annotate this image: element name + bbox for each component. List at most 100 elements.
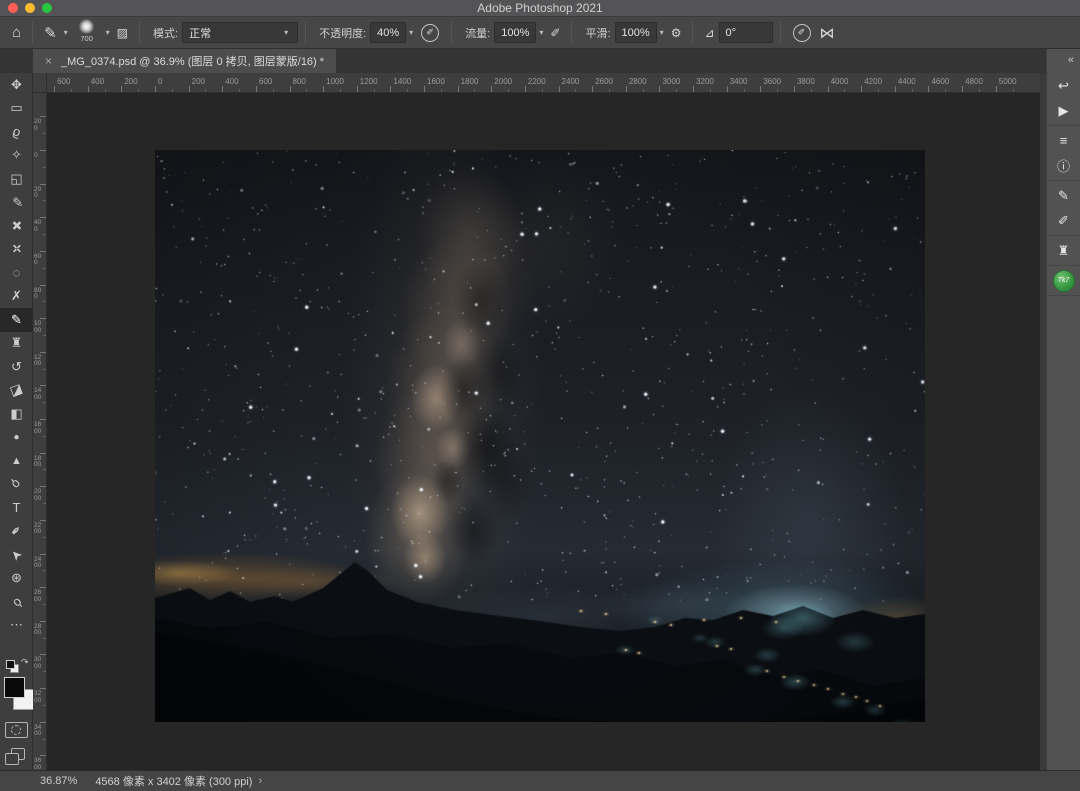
zoom-tool[interactable]: ϙ (0, 590, 33, 614)
rectangular-marquee-tool[interactable]: ▭ (0, 97, 33, 121)
history-panel-button[interactable]: ↩ (1047, 73, 1080, 98)
ruler-tick-minor (205, 89, 206, 92)
ruler-tick-minor (340, 89, 341, 92)
home-icon[interactable]: ⌂ (12, 24, 21, 41)
info-panel-icon: ⓘ (1057, 156, 1070, 175)
brush-settings-panel-icon: ✎ (1058, 188, 1069, 204)
rotate-view-tool[interactable]: ⊛ (0, 567, 33, 591)
gradient-tool[interactable]: ◧ (0, 402, 33, 426)
history-brush-tool-icon: ↺ (11, 359, 22, 375)
pen-tool[interactable]: ✒ (0, 520, 33, 544)
chevron-down-icon[interactable]: ▾ (539, 28, 543, 37)
quick-mask-mode-button[interactable] (5, 722, 28, 738)
lasso-tool[interactable]: ϱ (0, 120, 33, 144)
default-colors-icon[interactable] (6, 660, 15, 669)
ruler-tick-minor (43, 335, 46, 336)
swap-colors-icon[interactable]: ↷ (21, 657, 29, 668)
info-panel-button[interactable]: ⓘ (1047, 153, 1080, 178)
toggle-brush-settings-panel-icon[interactable]: ▨ (117, 26, 128, 40)
tool-preset-brush-icon[interactable]: ✎ (44, 24, 57, 42)
move-tool[interactable]: ✥ (0, 73, 33, 97)
divider (139, 22, 140, 44)
clone-source-panel-button[interactable]: ♜ (1047, 238, 1080, 263)
ruler-corner[interactable] (33, 73, 47, 93)
ruler-tick (458, 86, 459, 92)
properties-panel-icon: ≡ (1060, 133, 1068, 148)
ruler-tick-minor (1013, 89, 1014, 92)
brush-settings-panel-button[interactable]: ✎ (1047, 183, 1080, 208)
brushes-panel-button[interactable]: ✐ (1047, 208, 1080, 233)
dock-group: ✎✐ (1047, 181, 1080, 236)
vertical-ruler[interactable]: 2000200400600800100012001400160018002000… (33, 93, 47, 770)
opacity-input[interactable]: 40% (370, 22, 406, 43)
ruler-tick (693, 86, 694, 92)
tk7-panel-button[interactable]: Tk7 (1047, 268, 1080, 293)
blend-mode-label: 模式: (153, 25, 178, 41)
chevron-down-icon[interactable]: ▾ (409, 28, 413, 37)
brush-tool[interactable]: ✎ (0, 308, 33, 332)
status-options-chevron-icon[interactable]: › (258, 775, 262, 787)
dodge-tool[interactable]: ϙ (0, 473, 33, 497)
flow-input[interactable]: 100% (494, 22, 536, 43)
tab-close-icon[interactable]: × (45, 54, 52, 68)
crop-tool[interactable]: ◱ (0, 167, 33, 191)
ruler-tick (40, 419, 46, 420)
chevron-down-icon[interactable]: ▾ (106, 28, 110, 37)
ruler-tick (40, 116, 46, 117)
path-selection-tool[interactable]: ➤ (0, 543, 33, 567)
edit-toolbar-ellipsis[interactable]: ⋯ (0, 614, 33, 638)
chevron-down-icon[interactable]: ▾ (660, 28, 664, 37)
horizontal-ruler[interactable]: 6004002000200400600800100012001400160018… (47, 73, 1040, 93)
ruler-tick-minor (43, 402, 46, 403)
clone-stamp-tool[interactable]: ♜ (0, 332, 33, 356)
clone-source-panel-icon: ♜ (1058, 243, 1070, 259)
type-tool[interactable]: T (0, 496, 33, 520)
content-aware-move-tool[interactable]: ✗ (0, 285, 33, 309)
spot-healing-brush-tool-icon: ✚ (7, 216, 26, 235)
ruler-tick (40, 722, 46, 723)
ruler-tick (40, 285, 46, 286)
eraser-tool[interactable]: ◪ (0, 379, 33, 403)
ruler-label: 0 (158, 77, 162, 86)
airbrush-icon[interactable]: ✐ (550, 26, 560, 40)
properties-panel-button[interactable]: ≡ (1047, 128, 1080, 153)
eyedropper-tool[interactable]: ✐ (0, 191, 33, 215)
smoothing-options-gear-icon[interactable]: ⚙ (671, 26, 682, 40)
pressure-opacity-icon[interactable]: ✐ (421, 24, 439, 42)
lasso-tool-icon: ϱ (11, 124, 22, 140)
ruler-tick (40, 453, 46, 454)
actions-panel-button[interactable]: ▶ (1047, 98, 1080, 123)
healing-brush-tool[interactable]: ✛ (0, 238, 33, 262)
tk7-panel-logo-icon: Tk7 (1053, 270, 1075, 292)
options-bar: ⌂ ✎ ▾ 700 ▾ ▨ 模式: 正常 ▾ 不透明度: 40% ▾ ✐ 流量:… (0, 17, 1080, 49)
foreground-color-swatch[interactable] (4, 677, 25, 698)
ruler-tick-minor (844, 89, 845, 92)
brush-angle-input[interactable]: 0° (719, 22, 773, 43)
canvas-image[interactable] (155, 150, 925, 722)
blend-mode-select[interactable]: 正常 ▾ (182, 22, 298, 43)
magic-wand-tool[interactable]: ✧ (0, 144, 33, 168)
zoom-level-field[interactable]: 36.87% (40, 775, 77, 787)
blur-tool[interactable]: ● (0, 426, 33, 450)
history-brush-tool[interactable]: ↺ (0, 355, 33, 379)
ruler-tick (222, 86, 223, 92)
ruler-label: 400 (34, 220, 42, 233)
dock-group: ↩▶ (1047, 71, 1080, 126)
ruler-tick-minor (407, 89, 408, 92)
collapse-dock-chevron[interactable]: « (1047, 49, 1080, 71)
ruler-tick (40, 217, 46, 218)
screen-mode-button[interactable] (5, 748, 27, 766)
smoothing-input[interactable]: 100% (615, 22, 657, 43)
patch-tool-icon: ◌ (13, 265, 21, 280)
brush-preset-picker[interactable]: 700 (73, 19, 101, 47)
pressure-size-icon[interactable]: ✐ (793, 24, 811, 42)
paint-symmetry-icon[interactable]: ⋈ (820, 24, 835, 42)
spot-healing-brush-tool[interactable]: ✚ (0, 214, 33, 238)
sharpen-tool[interactable]: ▲ (0, 449, 33, 473)
document-tab[interactable]: × _MG_0374.psd @ 36.9% (图层 0 拷贝, 图层蒙版/16… (33, 49, 336, 73)
ruler-tick (996, 86, 997, 92)
ruler-label: 400 (225, 77, 238, 86)
chevron-down-icon[interactable]: ▾ (64, 28, 68, 37)
ruler-tick-minor (609, 89, 610, 92)
patch-tool[interactable]: ◌ (0, 261, 33, 285)
